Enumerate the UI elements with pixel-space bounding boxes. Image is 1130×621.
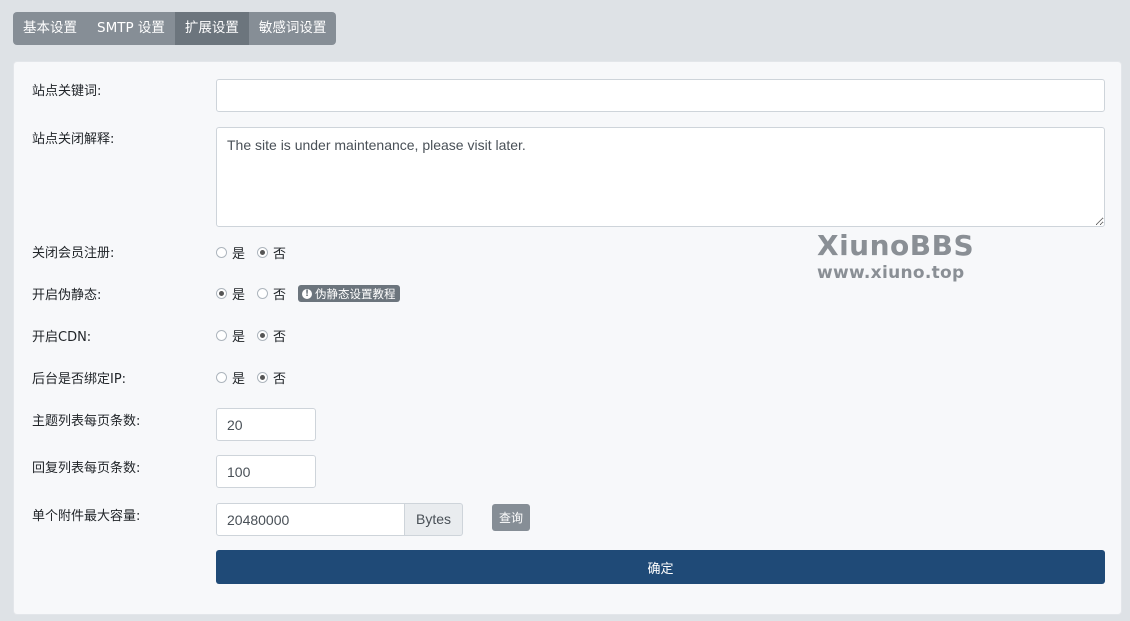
cdn-yes-radio[interactable]: 是 (216, 326, 245, 345)
radio-unchecked-icon (216, 330, 227, 341)
rewrite-tutorial-badge[interactable]: ! 伪静态设置教程 (298, 285, 400, 302)
posts-per-page-input[interactable] (216, 455, 316, 488)
max-attachment-input[interactable] (216, 503, 405, 536)
query-button[interactable]: 查询 (492, 504, 531, 531)
bind-ip-yes-radio[interactable]: 是 (216, 368, 245, 387)
cdn-no-radio[interactable]: 否 (257, 326, 286, 345)
radio-unchecked-icon (216, 372, 227, 383)
bytes-unit-addon: Bytes (405, 503, 464, 536)
radio-label: 是 (232, 330, 246, 345)
radio-checked-icon (257, 247, 269, 258)
rewrite-label: 开启伪静态: (32, 288, 102, 303)
radio-label: 否 (273, 288, 287, 303)
close-register-no-radio[interactable]: 否 (257, 243, 286, 262)
xiunobbs-watermark: XiunoBBS www.xiuno.top (817, 232, 974, 282)
radio-label: 是 (232, 247, 246, 262)
radio-label: 是 (232, 372, 246, 387)
radio-label: 否 (273, 330, 287, 345)
posts-per-page-label: 回复列表每页条数: (32, 461, 141, 476)
badge-label: 伪静态设置教程 (315, 286, 396, 301)
close-register-radio-group: 是 否 (216, 243, 298, 262)
tab-sensitive-words-settings[interactable]: 敏感词设置 (249, 12, 337, 45)
radio-label: 是 (232, 288, 246, 303)
radio-unchecked-icon (216, 247, 227, 258)
cdn-radio-group: 是 否 (216, 326, 298, 345)
max-attachment-label: 单个附件最大容量: (32, 509, 141, 524)
radio-checked-icon (257, 330, 269, 341)
bind-ip-radio-group: 是 否 (216, 368, 298, 387)
tab-extended-settings[interactable]: 扩展设置 (174, 12, 249, 45)
radio-label: 否 (273, 372, 287, 387)
tab-basic-settings[interactable]: 基本设置 (13, 12, 87, 45)
watermark-title: XiunoBBS (817, 229, 975, 262)
cdn-label: 开启CDN: (32, 330, 92, 345)
bind-ip-label: 后台是否绑定IP: (32, 372, 127, 387)
radio-unchecked-icon (257, 288, 269, 299)
settings-form-card: 站点关键词: 站点关闭解释: The site is under mainten… (13, 61, 1122, 615)
keywords-input[interactable] (216, 79, 1105, 112)
threads-per-page-label: 主题列表每页条数: (32, 414, 141, 429)
tab-smtp-settings[interactable]: SMTP 设置 (87, 12, 175, 45)
rewrite-no-radio[interactable]: 否 (257, 284, 286, 303)
close-register-yes-radio[interactable]: 是 (216, 243, 245, 262)
info-icon: ! (302, 288, 313, 299)
submit-button[interactable]: 确定 (216, 550, 1105, 584)
rewrite-radio-group: 是 否 ! 伪静态设置教程 (216, 284, 400, 303)
radio-checked-icon (257, 372, 269, 383)
threads-per-page-input[interactable] (216, 408, 316, 441)
close-reason-label: 站点关闭解释: (32, 132, 115, 147)
keywords-label: 站点关键词: (32, 84, 102, 99)
close-register-label: 关闭会员注册: (32, 246, 115, 261)
watermark-url: www.xiuno.top (817, 263, 965, 283)
bind-ip-no-radio[interactable]: 否 (257, 368, 286, 387)
rewrite-yes-radio[interactable]: 是 (216, 284, 245, 303)
radio-checked-icon (216, 288, 227, 299)
radio-label: 否 (273, 247, 287, 262)
settings-tabs: 基本设置 SMTP 设置 扩展设置 敏感词设置 (13, 12, 337, 45)
close-reason-textarea[interactable]: The site is under maintenance, please vi… (216, 127, 1105, 227)
max-attachment-input-group: Bytes (216, 503, 464, 536)
